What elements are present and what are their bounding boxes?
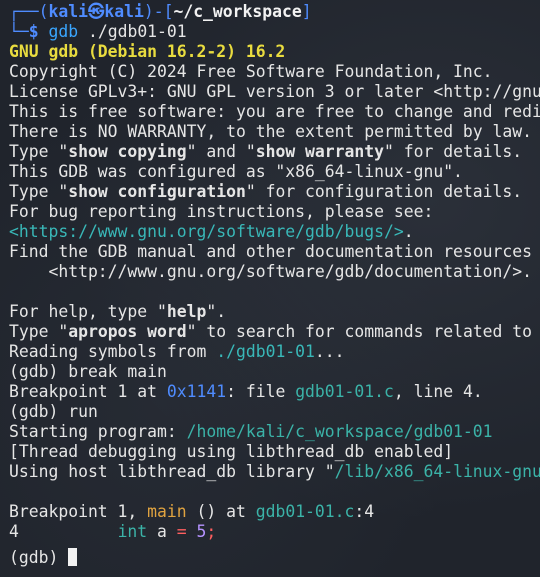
reading-symbols-line: Reading symbols from ./gdb01-01...	[9, 342, 345, 362]
prompt-frame-mid: )-[	[143, 2, 174, 21]
apropos-suffix: " to search for commands related to	[186, 322, 533, 341]
final-prompt-line[interactable]: (gdb)	[9, 548, 78, 568]
hit-suffix: :4	[354, 502, 375, 521]
source-number: 5	[196, 522, 207, 541]
source-line: 4 int a = 5;	[9, 522, 216, 542]
source-line-number: 4	[9, 522, 19, 541]
thread-debug-line: [Thread debugging using libthread_db ena…	[9, 442, 454, 461]
bp-file: gdb01-01.c	[295, 382, 394, 401]
hit-function: main	[147, 502, 187, 521]
details-suffix: " for details.	[384, 142, 523, 161]
apropos-cmd: apropos word	[68, 322, 187, 341]
find-manual-line: Find the GDB manual and other documentat…	[9, 242, 533, 261]
starting-program-line: Starting program: /home/kali/c_workspace…	[9, 422, 493, 442]
prompt-at-symbol: ㉿	[87, 2, 105, 21]
reading-suffix: ...	[314, 342, 345, 361]
help-prefix: For help, type "	[9, 302, 167, 321]
break-main-line: (gdb) break main	[9, 362, 167, 381]
reading-file: ./gdb01-01	[216, 342, 315, 361]
prompt-frame-left: ┌──(	[9, 2, 49, 21]
free-software-line: This is free software: you are free to c…	[9, 102, 540, 121]
breakpoint-set-line: Breakpoint 1 at 0x1141: file gdb01-01.c,…	[9, 382, 483, 402]
prompt-path: ~/c_workspace	[173, 2, 302, 21]
source-padding	[19, 522, 118, 541]
help-line: For help, type "help".	[9, 302, 226, 322]
hit-file: gdb01-01.c	[255, 502, 355, 521]
apropos-line: Type "apropos word" to search for comman…	[9, 322, 532, 342]
bugs-url-link[interactable]: <https://www.gnu.org/software/gdb/bugs/>	[9, 222, 404, 241]
show-configuration-cmd: show configuration	[68, 182, 246, 201]
show-copying-cmd: show copying	[68, 142, 187, 161]
doc-url-line[interactable]: <http://www.gnu.org/software/gdb/documen…	[9, 262, 532, 282]
show-warranty-cmd: show warranty	[255, 142, 385, 161]
prompt-host: kali	[104, 2, 144, 21]
and-text: " and "	[186, 142, 256, 161]
gdb-prompt: (gdb)	[9, 548, 69, 567]
show-configuration-line: Type "show configuration" for configurat…	[9, 182, 522, 202]
apropos-prefix: Type "	[9, 322, 69, 341]
source-semicolon: ;	[206, 522, 217, 541]
source-space	[187, 522, 197, 541]
bp-prefix: Breakpoint 1 at	[9, 382, 167, 401]
license-line: License GPLv3+: GNU GPL version 3 or lat…	[9, 82, 540, 101]
run-line: (gdb) run	[9, 402, 98, 421]
prompt-command-line: └─$ gdb ./gdb01-01	[9, 22, 187, 42]
copyright-line: Copyright (C) 2024 Free Software Foundat…	[9, 62, 493, 81]
prompt-corner: └─	[9, 22, 29, 41]
prompt-user: kali	[48, 2, 88, 21]
starting-prefix: Starting program:	[9, 422, 187, 441]
help-suffix: ".	[206, 302, 227, 321]
prompt-header: ┌──(kali㉿kali)-[~/c_workspace]	[9, 2, 312, 22]
host-lib-line: Using host libthread_db library "/lib/x8…	[9, 462, 540, 482]
bp-address: 0x1141	[166, 382, 227, 401]
bp-suffix: , line 4.	[393, 382, 483, 401]
source-keyword: int	[117, 522, 148, 541]
cursor	[68, 548, 78, 566]
source-variable: a	[147, 522, 177, 541]
command-arg: ./gdb01-01	[78, 22, 187, 41]
terminal-window[interactable]: ┌──(kali㉿kali)-[~/c_workspace] └─$ gdb .…	[0, 0, 540, 577]
hit-mid: () at	[186, 502, 256, 521]
gdb-version-title: GNU gdb (Debian 16.2-2) 16.2	[9, 42, 286, 61]
source-equals: =	[176, 522, 187, 541]
host-lib-path: /lib/x86_64-linux-gnu	[334, 462, 540, 481]
config-suffix: " for configuration details.	[245, 182, 523, 201]
warranty-line: There is NO WARRANTY, to the extent perm…	[9, 122, 533, 141]
configured-line: This GDB was configured as "x86_64-linux…	[9, 162, 463, 181]
bp-mid: : file	[226, 382, 296, 401]
type-prefix: Type "	[9, 142, 69, 161]
prompt-dollar: $	[28, 22, 39, 41]
prompt-frame-right: ]	[301, 2, 312, 21]
bugs-url-line: <https://www.gnu.org/software/gdb/bugs/>…	[9, 222, 414, 242]
bug-reporting-line: For bug reporting instructions, please s…	[9, 202, 434, 221]
help-cmd: help	[166, 302, 207, 321]
hit-prefix: Breakpoint 1,	[9, 502, 148, 521]
host-lib-prefix: Using host libthread_db library "	[9, 462, 335, 481]
bugs-url-dot: .	[403, 222, 414, 241]
starting-path: /home/kali/c_workspace/gdb01-01	[186, 422, 493, 441]
command-name: gdb	[48, 22, 79, 41]
breakpoint-hit-line: Breakpoint 1, main () at gdb01-01.c:4	[9, 502, 374, 522]
show-copying-line: Type "show copying" and "show warranty" …	[9, 142, 522, 162]
reading-prefix: Reading symbols from	[9, 342, 217, 361]
type-prefix: Type "	[9, 182, 69, 201]
